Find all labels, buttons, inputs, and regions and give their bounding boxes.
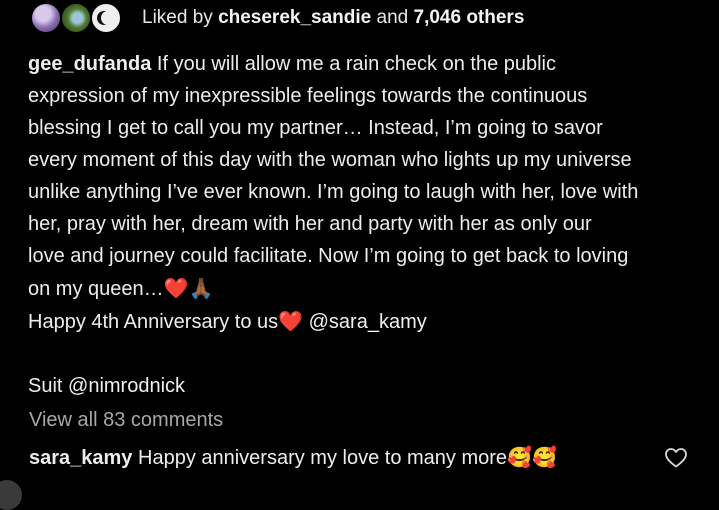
likes-others-count[interactable]: 7,046 others: [414, 7, 525, 28]
liker-username[interactable]: cheserek_sandie: [218, 7, 371, 28]
comment-text: Happy anniversary my love to many more: [138, 447, 508, 469]
mention-link[interactable]: @sara_kamy: [309, 311, 427, 333]
caption-line: every moment of this day with the woman …: [28, 149, 632, 171]
likes-row[interactable]: Liked by cheserek_sandie and 7,046 other…: [30, 0, 524, 36]
suit-label: Suit: [28, 375, 63, 397]
caption-line: her, pray with her, dream with her and p…: [28, 213, 592, 235]
praying-hands-emoji-icon: 🙏🏾: [188, 276, 214, 300]
caption-line: blessing I get to call you my partner… I…: [28, 117, 603, 139]
caption-line: expression of my inexpressible feelings …: [28, 85, 588, 107]
mention-link[interactable]: @nimrodnick: [68, 375, 185, 397]
caption-line: unlike anything I’ve ever known. I’m goi…: [28, 181, 639, 203]
moon-icon: [101, 11, 115, 25]
smiling-face-with-hearts-emoji-icon: 🥰🥰: [507, 445, 557, 469]
liker-avatars[interactable]: [30, 0, 130, 36]
anniversary-text: Happy 4th Anniversary to us: [28, 311, 279, 333]
likes-connector: and: [376, 7, 409, 28]
post-caption: gee_dufanda If you will allow me a rain …: [28, 48, 700, 402]
heart-outline-icon[interactable]: [664, 446, 688, 470]
comment-username[interactable]: sara_kamy: [29, 447, 132, 469]
avatar[interactable]: [60, 2, 92, 34]
likes-summary[interactable]: Liked by cheserek_sandie and 7,046 other…: [142, 7, 524, 29]
top-comment: sara_kamy Happy anniversary my love to m…: [29, 445, 557, 470]
caption-username[interactable]: gee_dufanda: [28, 53, 151, 75]
avatar[interactable]: [90, 2, 122, 34]
caption-line: love and journey could facilitate. Now I…: [28, 245, 629, 267]
avatar[interactable]: [30, 2, 62, 34]
view-all-comments-link[interactable]: View all 83 comments: [29, 409, 223, 432]
red-heart-emoji-icon: ❤️: [278, 309, 304, 333]
red-heart-emoji-icon: ❤️: [163, 276, 189, 300]
caption-line: on my queen…: [28, 278, 164, 300]
caption-line: If you will allow me a rain check on the…: [156, 53, 557, 75]
avatar[interactable]: [0, 480, 22, 510]
likes-prefix: Liked by: [142, 7, 213, 28]
heart-outline-svg: [665, 448, 687, 468]
